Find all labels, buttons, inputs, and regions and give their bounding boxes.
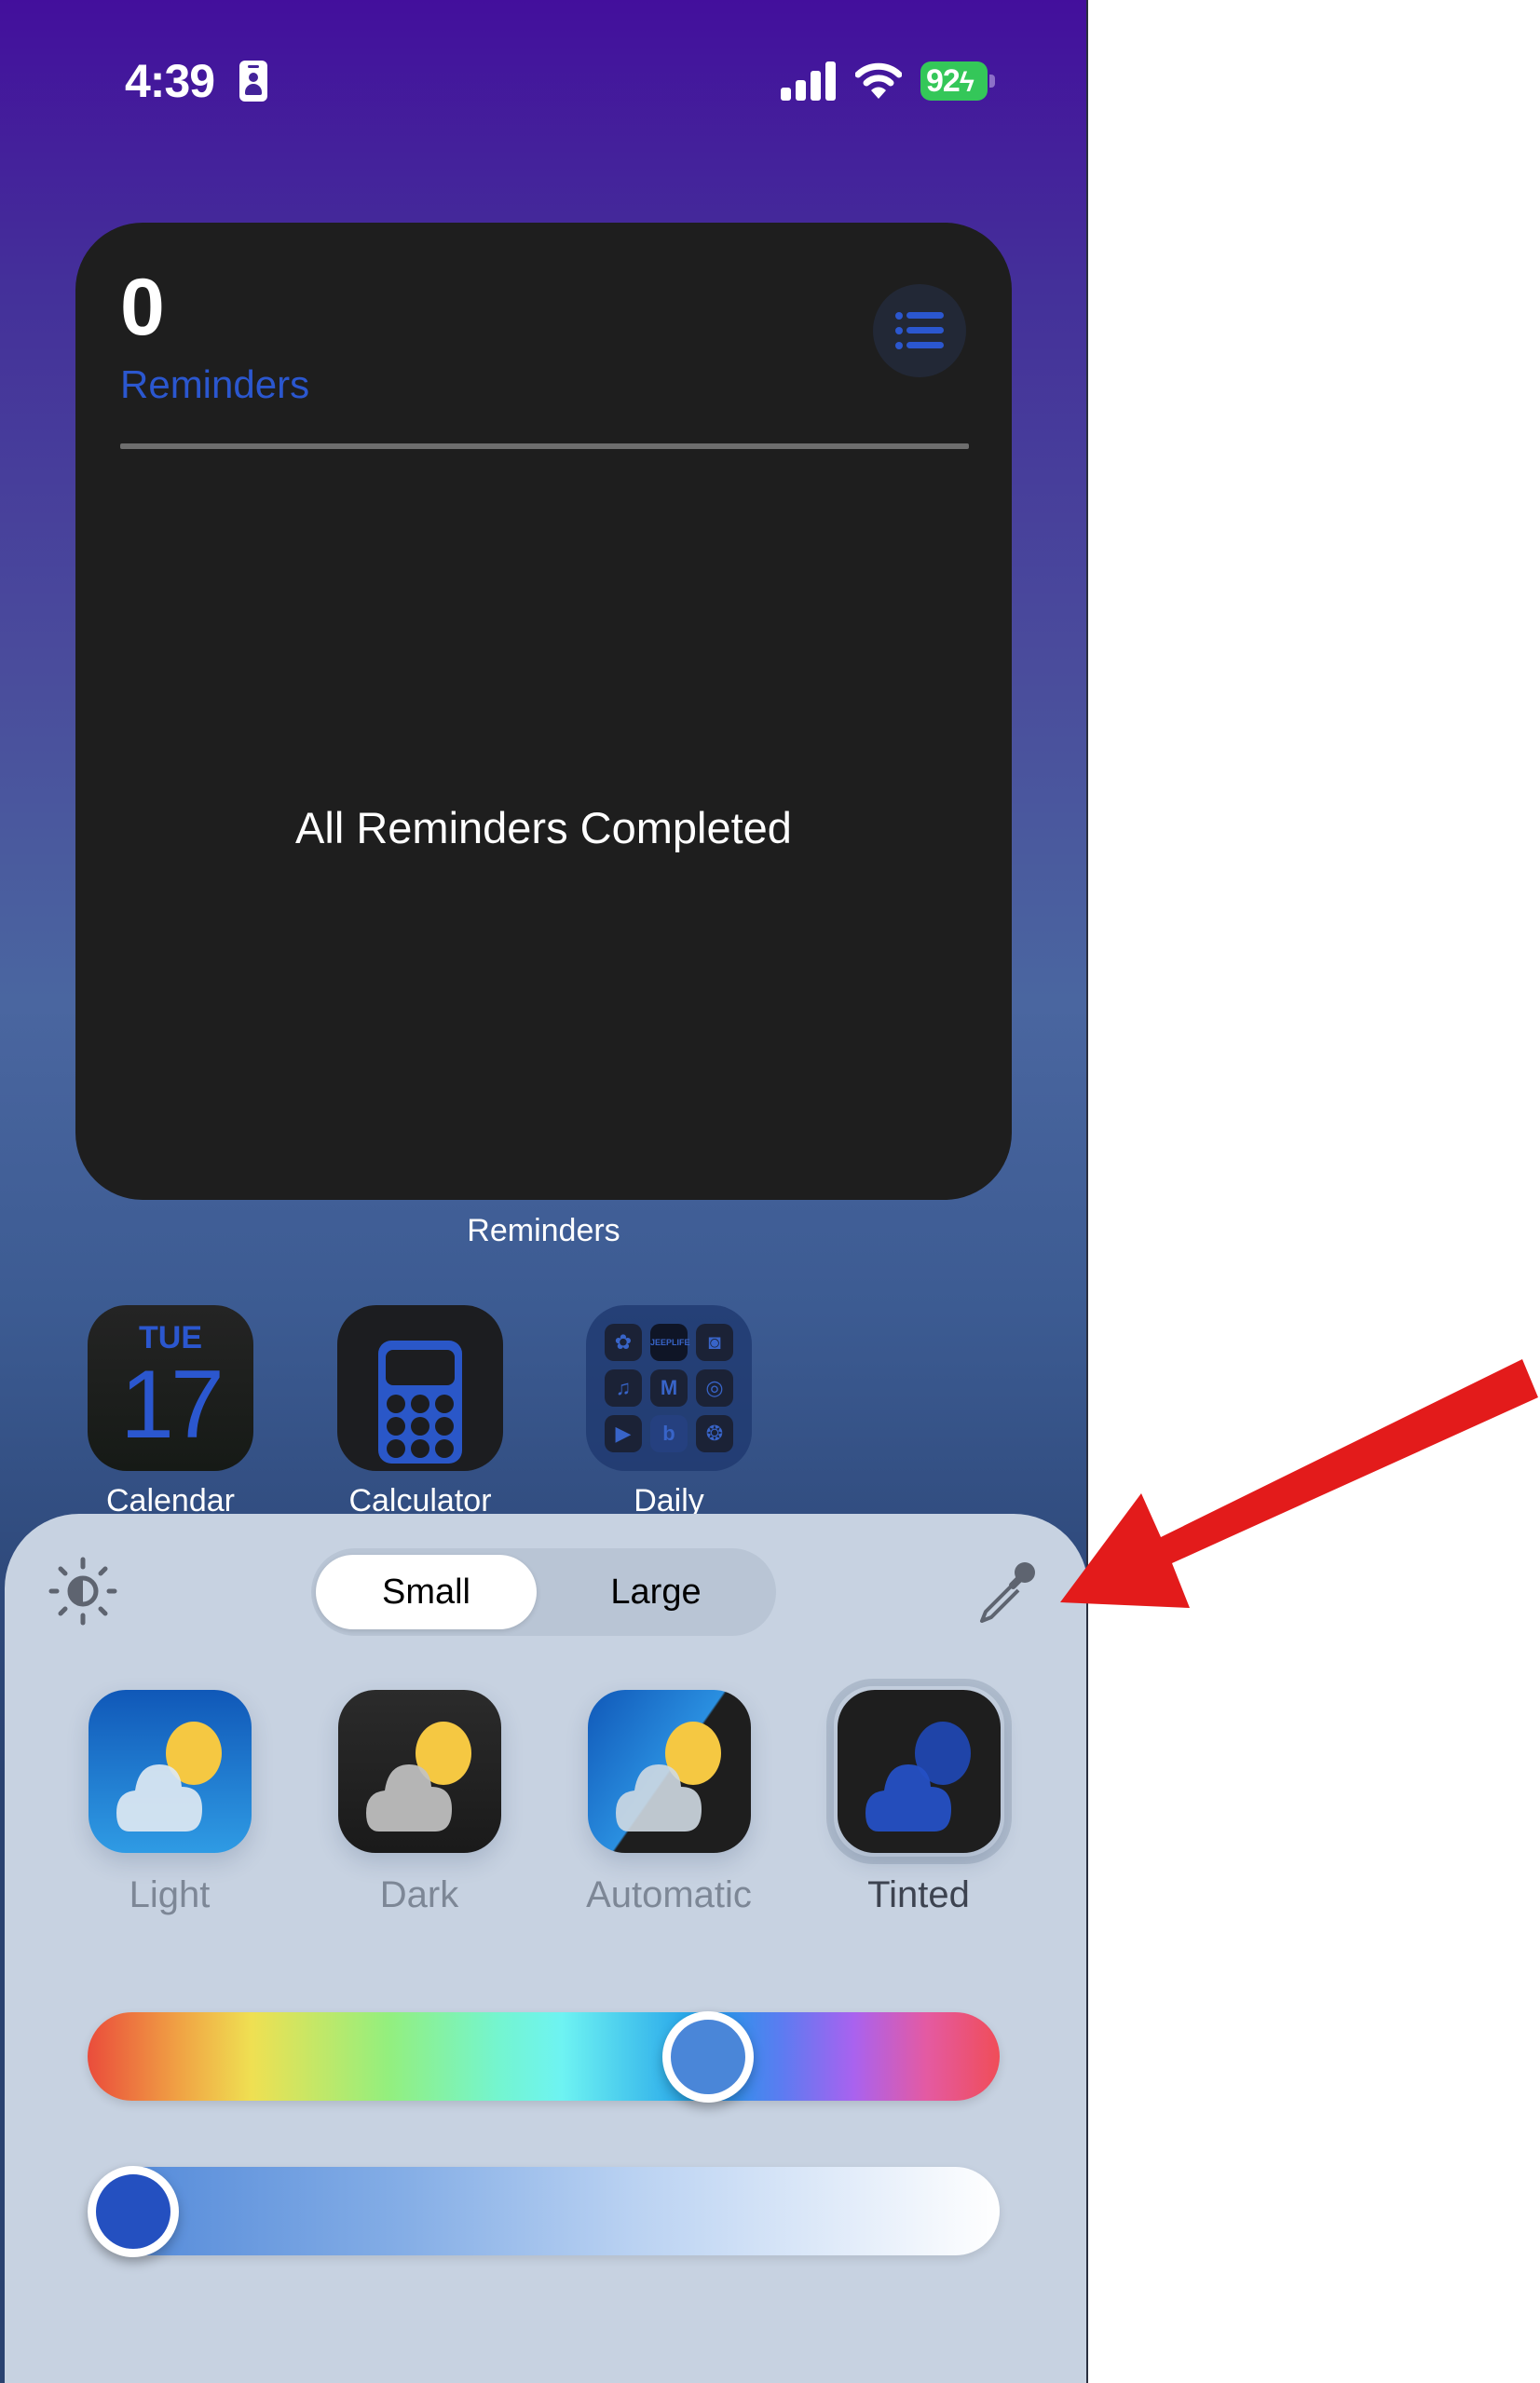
style-label-light: Light: [129, 1874, 211, 1915]
calculator-icon: [378, 1341, 462, 1464]
widget-title: Reminders: [120, 362, 310, 406]
style-option-dark[interactable]: [338, 1690, 501, 1853]
eyedropper-icon[interactable]: [969, 1554, 1043, 1628]
empty-state-message: All Reminders Completed: [295, 803, 792, 852]
hue-slider[interactable]: [88, 2010, 1000, 2103]
saturation-slider-thumb[interactable]: [88, 2165, 179, 2257]
weather-cloud-tinted-icon: [865, 1722, 971, 1832]
wifi-icon: [855, 62, 902, 99]
calendar-app-icon[interactable]: TUE 17: [88, 1305, 253, 1471]
hue-slider-thumb[interactable]: [661, 2010, 754, 2103]
folder-item-2: JEEPLIFE: [650, 1324, 690, 1361]
charging-bolt-icon: ϟ: [959, 67, 974, 98]
reminders-count: 0: [120, 263, 165, 352]
calculator-app-icon[interactable]: [337, 1305, 503, 1471]
folder-item-5: M: [650, 1369, 688, 1407]
openai-icon: ❂: [696, 1415, 733, 1452]
style-label-automatic: Automatic: [586, 1874, 752, 1915]
red-arrow-icon: [1060, 1359, 1538, 1608]
style-label-dark: Dark: [379, 1874, 459, 1915]
folder-item-8: b: [650, 1415, 688, 1452]
status-time: 4:39: [125, 55, 215, 107]
saturation-slider[interactable]: [88, 2165, 1000, 2257]
battery-percent: 92: [926, 63, 961, 99]
cellular-signal-icon: [781, 61, 837, 101]
size-option-small[interactable]: Small: [316, 1555, 537, 1629]
phone-screen: 4:39 92ϟ 0 Reminders All Reminders Compl…: [0, 0, 1088, 2383]
style-option-light[interactable]: [89, 1690, 252, 1853]
list-bullet-icon[interactable]: [873, 284, 966, 377]
weather-cloud-sun-icon: [116, 1722, 222, 1832]
aperture-icon: ◎: [696, 1369, 733, 1407]
style-option-tinted[interactable]: [838, 1690, 1001, 1853]
reminders-widget[interactable]: 0 Reminders All Reminders Completed: [75, 223, 1012, 1200]
style-label-tinted: Tinted: [867, 1874, 970, 1915]
video-icon: ▶: [605, 1415, 642, 1452]
weather-cloud-sun-icon: [366, 1722, 471, 1832]
style-option-automatic[interactable]: [588, 1690, 751, 1853]
battery-indicator: 92ϟ: [920, 61, 988, 101]
weather-cloud-sun-icon: [616, 1722, 721, 1832]
widget-label: Reminders: [467, 1213, 620, 1248]
size-option-large[interactable]: Large: [544, 1555, 768, 1629]
flower-icon: ✿: [605, 1324, 642, 1361]
widget-divider: [120, 443, 969, 449]
daily-folder-icon[interactable]: ✿ JEEPLIFE ◙ ♫ M ◎ ▶ b ❂: [586, 1305, 752, 1471]
person-focus-icon: [239, 61, 267, 102]
music-icon: ♫: [605, 1369, 642, 1407]
size-segmented-control[interactable]: Small Large: [311, 1548, 776, 1636]
sun-contrast-icon[interactable]: [46, 1554, 120, 1628]
camera-icon: ◙: [696, 1324, 733, 1361]
calendar-day: 17: [120, 1351, 225, 1459]
battery-tip: [989, 75, 995, 88]
